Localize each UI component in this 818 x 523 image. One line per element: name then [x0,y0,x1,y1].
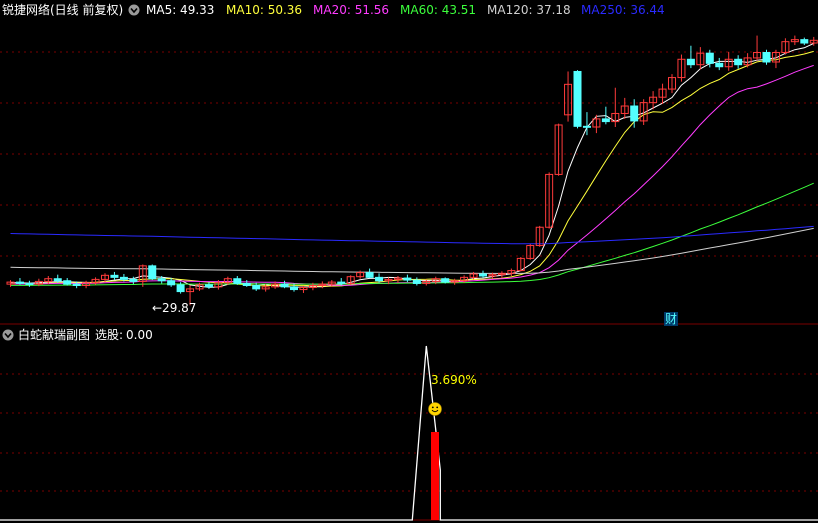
ma60-line [10,182,814,286]
candle-body [72,283,81,286]
candle-body [148,265,157,280]
candle-body [25,282,34,285]
stock-chart-window: 锐捷网络(日线 前复权) MA5: 49.33 MA10: 50.36 MA20: … [0,0,818,523]
candle-body [157,278,166,282]
signal-line [0,345,818,521]
candle-body [762,52,771,63]
candle-body [630,105,639,122]
ma250-line [10,225,814,245]
candle-body [129,278,138,282]
candle-body [337,281,346,284]
candle-body [573,70,582,127]
candle-body [242,282,251,286]
candle-body [176,284,185,293]
candle-body [63,280,72,285]
candle-body [290,286,298,291]
candle-body [204,284,213,288]
ma20-line [10,64,814,286]
signal-bar [431,432,439,520]
candlestick-chart[interactable] [0,0,818,523]
candle-body [412,279,421,284]
signal-percent-label: 3.690% [431,373,477,387]
candle-body [53,278,62,282]
candle-body [233,278,242,284]
candle-body [582,125,591,128]
candle-body [441,278,450,283]
candle-body [734,58,743,66]
candle-body [375,276,384,282]
candle-body [705,52,714,64]
candle-body [479,273,487,277]
candle-body [167,280,176,286]
candle-body [15,281,24,284]
candle-body [601,118,610,123]
smiley-face-icon [428,402,442,416]
candle-body [800,39,809,44]
candle-body [686,58,695,66]
candle-body [403,277,412,281]
candle-body [252,284,261,290]
candle-body [715,62,724,68]
candle-body [119,276,128,280]
candle-body [280,283,289,288]
finance-marker[interactable]: 财 [664,312,679,326]
low-price-label: ←29.87 [152,301,197,315]
candle-body [110,274,119,278]
candle-body [365,272,374,278]
